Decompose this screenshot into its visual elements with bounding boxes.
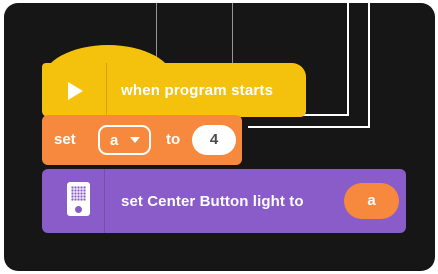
code-canvas[interactable]: when program starts set a to 4 set Cente… xyxy=(4,3,435,271)
connector-wire xyxy=(368,3,370,128)
to-label: to xyxy=(166,131,181,148)
play-icon xyxy=(68,82,83,100)
center-light-label: set Center Button light to xyxy=(121,193,304,210)
hat-label: when program starts xyxy=(121,82,274,99)
set-label: set xyxy=(54,131,76,148)
connector-wire xyxy=(347,3,349,116)
hat-icon-area xyxy=(54,63,107,117)
light-icon-area xyxy=(54,169,105,233)
value-input[interactable]: 4 xyxy=(192,125,236,155)
set-center-button-light-block[interactable]: set Center Button light to a xyxy=(42,169,406,233)
variable-name: a xyxy=(110,132,119,149)
chevron-down-icon xyxy=(130,137,140,143)
variable-dropdown[interactable]: a xyxy=(98,125,151,155)
hub-matrix xyxy=(71,186,86,201)
hub-icon xyxy=(67,182,90,216)
connector-wire xyxy=(248,126,370,128)
variable-reporter[interactable]: a xyxy=(344,183,399,219)
when-program-starts-block[interactable]: when program starts xyxy=(42,45,306,117)
set-variable-block[interactable]: set a to 4 xyxy=(42,115,242,165)
hub-center-button xyxy=(75,206,82,213)
